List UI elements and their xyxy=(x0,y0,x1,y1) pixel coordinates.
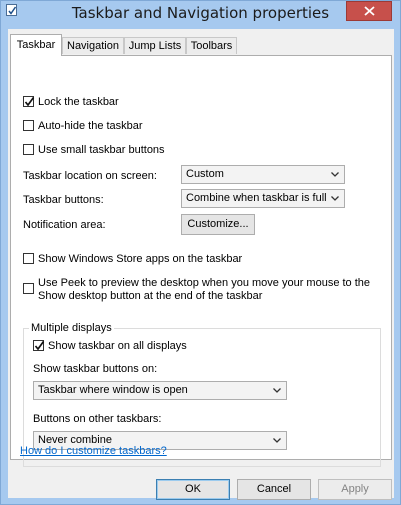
show-all-displays-label: Show taskbar on all displays xyxy=(48,340,187,352)
close-icon xyxy=(364,6,375,16)
store-apps-checkbox[interactable] xyxy=(23,253,34,264)
show-buttons-on-label: Show taskbar buttons on: xyxy=(33,363,158,375)
taskbar-tab-panel: Lock the taskbar Auto-hide the taskbar U… xyxy=(10,55,392,467)
tab-toolbars[interactable]: Toolbars xyxy=(186,37,237,54)
peek-checkbox[interactable] xyxy=(23,283,34,294)
auto-hide-checkbox[interactable] xyxy=(23,120,34,131)
taskbar-location-label: Taskbar location on screen: xyxy=(23,170,157,182)
taskbar-location-select[interactable]: Custom xyxy=(181,165,345,184)
tab-navigation[interactable]: Navigation xyxy=(62,37,124,54)
chevron-down-icon xyxy=(273,438,281,443)
chevron-down-icon xyxy=(273,388,281,393)
peek-label-line2: Show desktop button at the end of the ta… xyxy=(38,290,263,302)
notification-area-label: Notification area: xyxy=(23,219,106,231)
chevron-down-icon xyxy=(331,172,339,177)
apply-button[interactable]: Apply xyxy=(318,479,392,500)
chevron-down-icon xyxy=(331,196,339,201)
taskbar-buttons-value: Combine when taskbar is full xyxy=(186,192,327,204)
properties-window: Taskbar and Navigation properties Taskba… xyxy=(0,0,401,505)
lock-taskbar-checkbox[interactable] xyxy=(23,96,35,107)
taskbar-buttons-label: Taskbar buttons: xyxy=(23,194,104,206)
small-buttons-label: Use small taskbar buttons xyxy=(38,144,165,156)
cancel-button[interactable]: Cancel xyxy=(237,479,311,500)
tab-jump-lists[interactable]: Jump Lists xyxy=(124,37,186,54)
dialog-client-area: Taskbar Navigation Jump Lists Toolbars L… xyxy=(8,29,394,500)
checkmark-icon xyxy=(34,340,45,351)
multiple-displays-title: Multiple displays xyxy=(29,321,114,335)
show-all-displays-checkbox[interactable] xyxy=(33,340,45,351)
taskbar-location-value: Custom xyxy=(186,168,224,180)
customize-button[interactable]: Customize... xyxy=(181,214,255,235)
window-title: Taskbar and Navigation properties xyxy=(71,4,330,22)
close-button[interactable] xyxy=(346,1,392,21)
small-buttons-checkbox[interactable] xyxy=(23,144,34,155)
title-bar[interactable]: Taskbar and Navigation properties xyxy=(1,1,400,29)
store-apps-label: Show Windows Store apps on the taskbar xyxy=(38,253,243,265)
help-link[interactable]: How do I customize taskbars? xyxy=(20,445,167,457)
peek-label-line1: Use Peek to preview the desktop when you… xyxy=(38,277,371,289)
ok-button[interactable]: OK xyxy=(156,479,230,500)
taskbar-buttons-select[interactable]: Combine when taskbar is full xyxy=(181,189,345,208)
show-buttons-on-value: Taskbar where window is open xyxy=(38,384,188,396)
lock-taskbar-label: Lock the taskbar xyxy=(38,96,119,108)
auto-hide-label: Auto-hide the taskbar xyxy=(38,120,143,132)
checkmark-icon xyxy=(24,96,35,107)
other-taskbars-label: Buttons on other taskbars: xyxy=(33,413,162,425)
tab-taskbar[interactable]: Taskbar xyxy=(10,34,62,56)
show-buttons-on-select[interactable]: Taskbar where window is open xyxy=(33,381,287,400)
